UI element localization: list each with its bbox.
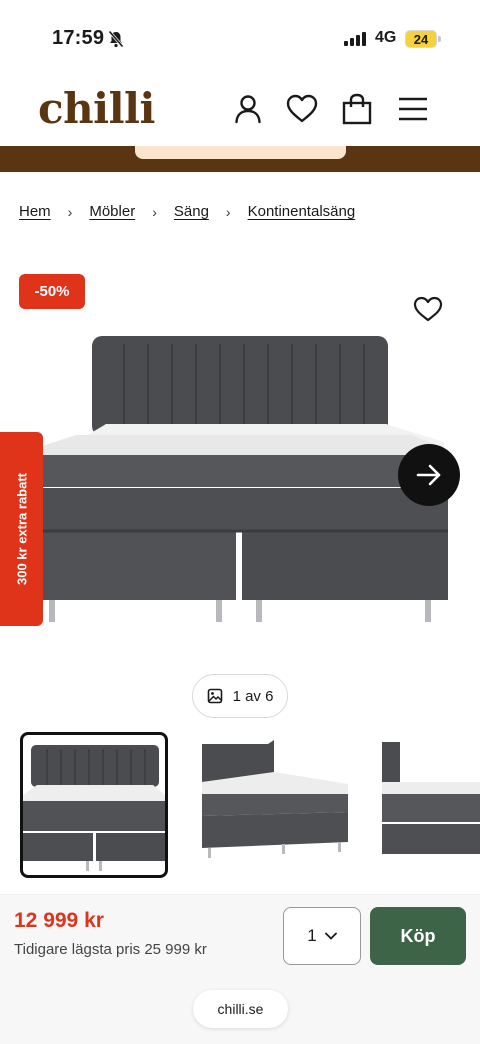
menu-icon[interactable] xyxy=(397,92,429,126)
arrow-right-icon xyxy=(416,464,441,486)
image-counter-label: 1 av 6 xyxy=(232,687,274,705)
brand-logo[interactable]: chilli xyxy=(38,84,155,133)
thumbnail-2[interactable] xyxy=(198,732,348,878)
status-time: 17:59 xyxy=(52,27,105,49)
discount-badge: -50% xyxy=(19,274,85,309)
bell-muted-icon xyxy=(108,30,124,48)
next-image-button[interactable] xyxy=(398,444,460,506)
bag-icon[interactable] xyxy=(340,92,374,126)
breadcrumb: Hem › Möbler › Säng › Kontinentalsäng xyxy=(19,203,355,220)
breadcrumb-continental-bed[interactable]: Kontinentalsäng xyxy=(248,203,356,220)
heart-icon[interactable] xyxy=(285,92,319,126)
previous-lowest-price: Tidigare lägsta pris 25 999 kr xyxy=(14,941,207,958)
favorite-heart-icon[interactable] xyxy=(413,295,443,323)
browser-url-bar[interactable]: chilli.se xyxy=(193,990,288,1028)
buy-button[interactable]: Köp xyxy=(370,907,466,965)
image-counter[interactable]: 1 av 6 xyxy=(192,674,288,718)
breadcrumb-furniture[interactable]: Möbler xyxy=(89,203,135,220)
thumbnail-image xyxy=(202,740,348,858)
site-header: chilli xyxy=(0,78,480,146)
promo-pill[interactable] xyxy=(135,146,346,159)
product-image[interactable] xyxy=(36,330,452,630)
battery-level: 24 xyxy=(413,32,429,47)
image-icon xyxy=(207,688,222,704)
status-bar: 17:59 4G 24 xyxy=(0,0,480,78)
breadcrumb-bed[interactable]: Säng xyxy=(174,203,209,220)
extra-discount-label: 300 kr extra rabatt xyxy=(14,472,29,586)
product-price: 12 999 kr xyxy=(14,909,104,932)
breadcrumb-separator-icon: › xyxy=(152,203,157,220)
thumbnail-3[interactable] xyxy=(378,732,480,878)
network-type: 4G xyxy=(375,29,397,46)
battery-tip xyxy=(438,36,441,42)
extra-discount-tab[interactable]: 300 kr extra rabatt xyxy=(0,432,43,626)
thumbnail-strip xyxy=(20,732,480,880)
quantity-select[interactable]: 1 xyxy=(283,907,361,965)
signal-icon xyxy=(344,32,366,46)
thumbnail-1[interactable] xyxy=(20,732,168,878)
quantity-value: 1 xyxy=(307,926,317,945)
chevron-down-icon xyxy=(324,932,337,940)
breadcrumb-separator-icon: › xyxy=(67,203,73,220)
battery-icon: 24 xyxy=(405,30,437,48)
purchase-bar: 12 999 kr Tidigare lägsta pris 25 999 kr… xyxy=(0,894,480,1044)
thumbnail-image xyxy=(382,742,480,854)
breadcrumb-separator-icon: › xyxy=(225,203,231,220)
thumbnail-image xyxy=(23,745,165,871)
user-icon[interactable] xyxy=(233,92,263,126)
breadcrumb-home[interactable]: Hem xyxy=(19,203,51,220)
